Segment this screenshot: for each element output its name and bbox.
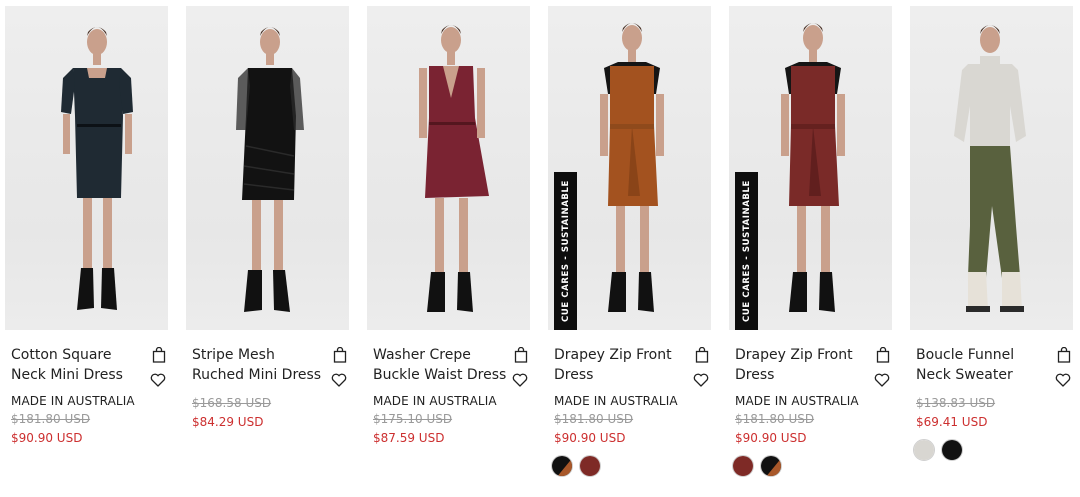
color-swatch-black-rust[interactable] [551, 455, 573, 477]
original-price: $138.83 USD [916, 396, 996, 410]
sale-price: $69.41 USD [916, 415, 988, 429]
heart-icon[interactable] [150, 373, 166, 387]
sale-price: $90.90 USD [554, 431, 626, 445]
model-figure [954, 25, 1026, 312]
product-title-line: Boucle Funnel [916, 347, 1015, 363]
heart-icon[interactable] [512, 373, 528, 387]
badge-label: CUE CARES - SUSTAINABLE [560, 180, 571, 322]
model-figure [236, 27, 304, 312]
color-swatch-oatmeal[interactable] [913, 439, 935, 461]
heart-icon[interactable] [1055, 373, 1071, 387]
product-grid: Cotton Square Neck Mini Dress MADE IN AU… [0, 0, 1080, 497]
product-title[interactable]: Drapey Zip Front Dress [735, 345, 871, 385]
original-price: $168.58 USD [192, 396, 272, 410]
sale-price: $90.90 USD [11, 431, 83, 445]
shopping-bag-icon[interactable] [152, 347, 166, 363]
shopping-bag-icon[interactable] [695, 347, 709, 363]
product-card[interactable]: Cotton Square Neck Mini Dress MADE IN AU… [5, 0, 168, 497]
product-card[interactable]: CUE CARES - SUSTAINABLE Drapey Zip Front… [548, 0, 711, 497]
shopping-bag-icon[interactable] [514, 347, 528, 363]
product-image[interactable] [910, 6, 1073, 330]
shopping-bag-icon[interactable] [1057, 347, 1071, 363]
heart-icon[interactable] [331, 373, 347, 387]
sale-price: $84.29 USD [192, 415, 264, 429]
color-swatch-black[interactable] [941, 439, 963, 461]
product-title[interactable]: Cotton Square Neck Mini Dress [11, 345, 147, 385]
original-price: $181.80 USD [11, 412, 91, 426]
product-title[interactable]: Stripe Mesh Ruched Mini Dress [192, 345, 328, 385]
made-in-label: MADE IN AUSTRALIA [11, 394, 135, 408]
heart-icon[interactable] [874, 373, 890, 387]
sale-price: $87.59 USD [373, 431, 445, 445]
product-title-line: Dress [735, 367, 775, 383]
product-image[interactable]: CUE CARES - SUSTAINABLE [548, 6, 711, 330]
product-title[interactable]: Boucle Funnel Neck Sweater [916, 345, 1052, 385]
shopping-bag-icon[interactable] [333, 347, 347, 363]
original-price: $181.80 USD [554, 412, 634, 426]
color-swatch-black-rust[interactable] [760, 455, 782, 477]
sustainable-badge: CUE CARES - SUSTAINABLE [735, 172, 758, 330]
product-title-line: Ruched Mini Dress [192, 367, 322, 383]
product-title-line: Dress [554, 367, 594, 383]
model-figure [419, 25, 489, 312]
product-title[interactable]: Drapey Zip Front Dress [554, 345, 690, 385]
product-title-line: Neck Sweater [916, 367, 1013, 383]
product-title-line: Drapey Zip Front [735, 347, 853, 363]
made-in-label: MADE IN AUSTRALIA [373, 394, 497, 408]
product-title-line: Cotton Square [11, 347, 112, 363]
heart-icon[interactable] [693, 373, 709, 387]
product-card[interactable]: Boucle Funnel Neck Sweater $138.83 USD $… [910, 0, 1073, 497]
product-title-line: Neck Mini Dress [11, 367, 123, 383]
badge-label: CUE CARES - SUSTAINABLE [741, 180, 752, 322]
made-in-label: MADE IN AUSTRALIA [735, 394, 859, 408]
product-card[interactable]: Stripe Mesh Ruched Mini Dress $168.58 US… [186, 0, 349, 497]
product-title-line: Stripe Mesh [192, 347, 275, 363]
product-title-line: Buckle Waist Dress [373, 367, 507, 383]
model-figure [61, 27, 133, 310]
product-card[interactable]: Washer Crepe Buckle Waist Dress MADE IN … [367, 0, 530, 497]
product-title-line: Drapey Zip Front [554, 347, 672, 363]
product-title-line: Washer Crepe [373, 347, 471, 363]
original-price: $181.80 USD [735, 412, 815, 426]
sustainable-badge: CUE CARES - SUSTAINABLE [554, 172, 577, 330]
original-price: $175.10 USD [373, 412, 453, 426]
product-title[interactable]: Washer Crepe Buckle Waist Dress [373, 345, 509, 385]
product-image[interactable] [186, 6, 349, 330]
color-swatch-burgundy[interactable] [732, 455, 754, 477]
product-image[interactable] [5, 6, 168, 330]
product-image[interactable]: CUE CARES - SUSTAINABLE [729, 6, 892, 330]
product-image[interactable] [367, 6, 530, 330]
sale-price: $90.90 USD [735, 431, 807, 445]
product-card[interactable]: CUE CARES - SUSTAINABLE Drapey Zip Front… [729, 0, 892, 497]
made-in-label: MADE IN AUSTRALIA [554, 394, 678, 408]
color-swatch-burgundy[interactable] [579, 455, 601, 477]
shopping-bag-icon[interactable] [876, 347, 890, 363]
